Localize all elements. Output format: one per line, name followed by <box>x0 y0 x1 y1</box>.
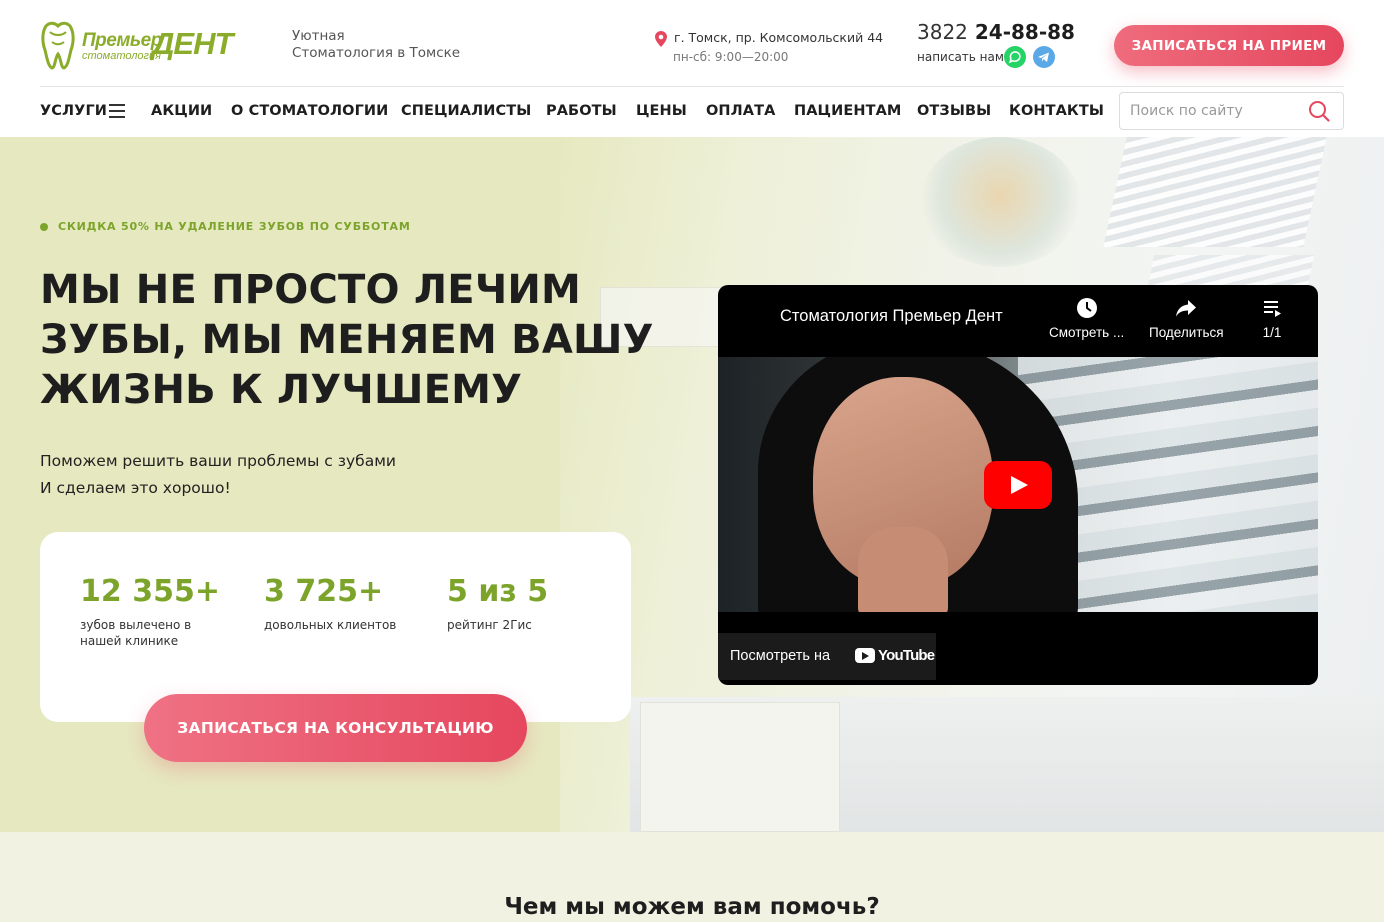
youtube-wordmark: YouTube <box>878 647 935 664</box>
hamburger-menu-icon[interactable] <box>109 104 125 118</box>
tagline: Уютная Стоматология в Томске <box>292 28 460 62</box>
nav-item-prices[interactable]: ЦЕНЫ <box>636 103 687 119</box>
ceiling-painting <box>920 137 1080 267</box>
promo-text: СКИДКА 50% НА УДАЛЕНИЕ ЗУБОВ ПО СУББОТАМ <box>58 220 411 233</box>
stat-value: 3 725+ <box>264 574 384 609</box>
contact-block: 3822 24-88-88 написать нам <box>917 20 1075 68</box>
share-label: Поделиться <box>1149 325 1224 340</box>
hero-subtitle-line1: Поможем решить ваши проблемы с зубами <box>40 452 396 470</box>
services-section-title: Чем мы можем вам помочь? <box>504 894 880 920</box>
play-button[interactable] <box>984 461 1052 509</box>
search-box <box>1119 92 1344 130</box>
search-icon[interactable] <box>1308 100 1330 122</box>
playlist-button[interactable]: 1/1 <box>1261 297 1283 340</box>
services-section: Чем мы можем вам помочь? <box>0 832 1384 922</box>
stat-label: рейтинг 2Гис <box>447 618 532 632</box>
nav-item-works[interactable]: РАБОТЫ <box>546 103 617 119</box>
logo-brand-sub: стоматология <box>82 50 161 62</box>
logo-brand-top: Премьер <box>82 30 162 51</box>
nav-item-specialists[interactable]: СПЕЦИАЛИСТЫ <box>401 103 531 119</box>
promo-dot-icon <box>40 223 48 231</box>
nav-item-payment[interactable]: ОПЛАТА <box>706 103 775 119</box>
hero-section: СКИДКА 50% НА УДАЛЕНИЕ ЗУБОВ ПО СУББОТАМ… <box>0 137 1384 832</box>
thumbnail-hand <box>858 527 948 612</box>
clock-icon <box>1076 298 1097 318</box>
telegram-icon[interactable] <box>1033 46 1055 68</box>
share-button[interactable]: Поделиться <box>1149 297 1224 340</box>
hero-subtitle: Поможем решить ваши проблемы с зубами И … <box>40 448 396 502</box>
phone-code: 3822 <box>917 20 968 44</box>
play-icon <box>1011 476 1028 494</box>
phone-number[interactable]: 3822 24-88-88 <box>917 20 1075 44</box>
book-consultation-button[interactable]: ЗАПИСАТЬСЯ НА КОНСУЛЬТАЦИЮ <box>144 694 527 762</box>
stat-label: зубов вылечено в нашей клинике <box>80 618 192 648</box>
write-us-label: написать нам <box>917 50 1004 64</box>
watch-later-label: Смотреть ... <box>1049 325 1125 340</box>
tooth-logo-icon <box>41 21 75 70</box>
nav-item-contacts[interactable]: КОНТАКТЫ <box>1009 103 1104 119</box>
video-title[interactable]: Стоматология Премьер Дент <box>780 307 1003 326</box>
cabinet <box>640 702 840 832</box>
nav-item-patients[interactable]: ПАЦИЕНТАМ <box>794 103 901 119</box>
book-appointment-button[interactable]: ЗАПИСАТЬСЯ НА ПРИЕМ <box>1114 25 1344 66</box>
stat-value: 5 из 5 <box>447 574 549 609</box>
nav-item-services[interactable]: УСЛУГИ <box>40 103 107 119</box>
tagline-line2: Стоматология в Томске <box>292 45 461 61</box>
stat-label: довольных клиентов <box>264 618 397 632</box>
playlist-icon <box>1264 301 1281 317</box>
logo-brand-main: ДЕНТ <box>152 26 233 61</box>
hero-title: МЫ НЕ ПРОСТО ЛЕЧИМ ЗУБЫ, МЫ МЕНЯЕМ ВАШУ … <box>40 267 654 413</box>
watch-on-label: Посмотреть на <box>730 648 831 664</box>
hero-subtitle-line2: И сделаем это хорошо! <box>40 479 231 497</box>
tagline-line1: Уютная <box>292 28 345 44</box>
nav-item-promotions[interactable]: АКЦИИ <box>151 103 212 119</box>
nav-item-about[interactable]: О СТОМАТОЛОГИИ <box>231 103 388 119</box>
search-input[interactable] <box>1130 101 1300 121</box>
watch-later-button[interactable]: Смотреть ... <box>1049 297 1124 340</box>
site-header: Премьер стоматология ДЕНТ Уютная Стомато… <box>0 0 1384 86</box>
playlist-count: 1/1 <box>1262 325 1282 340</box>
whatsapp-icon[interactable] <box>1004 46 1026 68</box>
stat-teeth-treated: 12 355+ зубов вылечено в нашей клинике <box>80 574 220 649</box>
ceiling-lamp <box>1103 137 1327 247</box>
stat-rating: 5 из 5 рейтинг 2Гис <box>447 574 587 633</box>
watch-on-youtube-button[interactable]: Посмотреть на YouTube <box>718 633 936 680</box>
video-thumbnail[interactable] <box>718 357 1318 612</box>
share-icon <box>1176 300 1197 317</box>
working-hours: пн-сб: 9:00—20:00 <box>673 50 789 64</box>
map-pin-icon <box>655 31 667 47</box>
stat-happy-clients: 3 725+ довольных клиентов <box>264 574 404 633</box>
clinic-logo[interactable]: Премьер стоматология ДЕНТ <box>40 20 240 70</box>
youtube-logo-icon <box>855 648 875 663</box>
stat-value: 12 355+ <box>80 574 220 609</box>
nav-item-reviews[interactable]: ОТЗЫВЫ <box>917 103 991 119</box>
address-text[interactable]: г. Томск, пр. Комсомольский 44 <box>674 30 883 45</box>
phone-main: 24-88-88 <box>974 20 1075 44</box>
youtube-video-embed[interactable]: Стоматология Премьер Дент Смотреть ... П… <box>718 285 1318 685</box>
